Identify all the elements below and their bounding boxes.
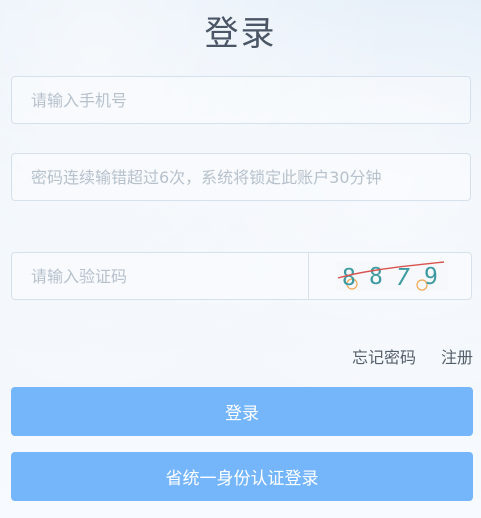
auxiliary-links: 忘记密码 注册 — [352, 344, 473, 368]
captcha-char: 8 — [342, 265, 356, 291]
captcha-field-container — [11, 252, 308, 300]
captcha-svg: 8 8 7 9 — [337, 261, 445, 291]
login-button[interactable]: 登录 — [11, 387, 473, 436]
register-link[interactable]: 注册 — [441, 344, 473, 368]
password-field-container — [11, 153, 471, 201]
captcha-image: 8 8 7 9 — [336, 261, 448, 291]
password-input[interactable] — [12, 154, 470, 200]
unified-identity-login-button[interactable]: 省统一身份认证登录 — [11, 452, 473, 501]
captcha-char: 8 — [369, 264, 383, 290]
captcha-image-button[interactable]: 8 8 7 9 — [308, 252, 472, 300]
captcha-char: 7 — [396, 265, 410, 291]
forgot-password-link[interactable]: 忘记密码 — [352, 344, 416, 368]
page-title: 登录 — [204, 14, 277, 54]
captcha-char: 9 — [424, 264, 438, 290]
captcha-input[interactable] — [12, 253, 308, 299]
phone-input[interactable] — [12, 77, 470, 123]
phone-field-container — [11, 76, 471, 124]
